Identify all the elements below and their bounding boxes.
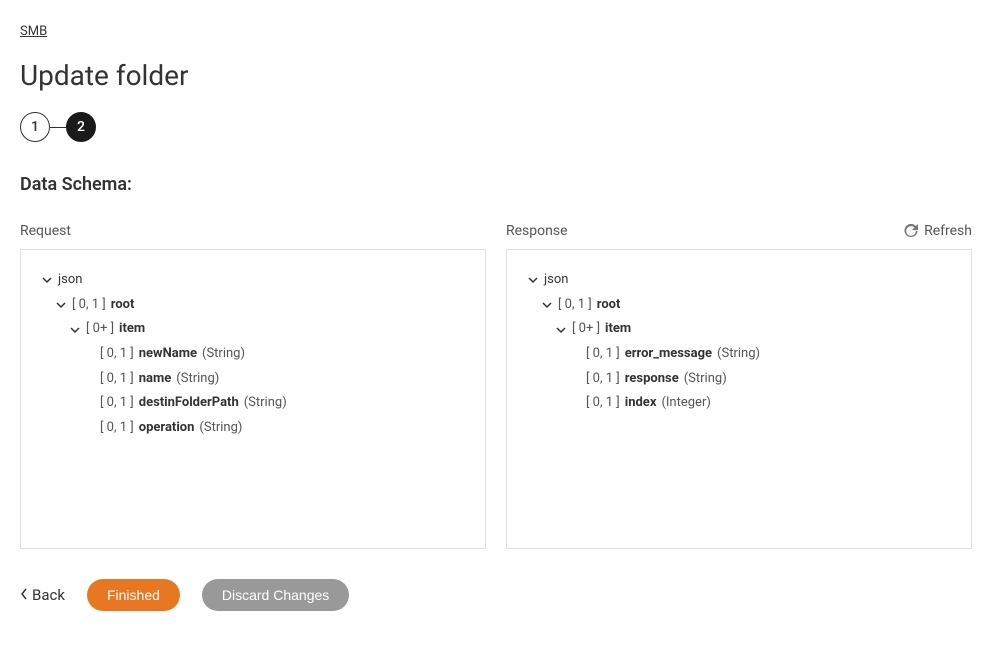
chevron-down-icon[interactable]	[555, 324, 567, 336]
tree-field-name: error_message	[625, 342, 712, 367]
step-1[interactable]: 1	[20, 112, 50, 142]
tree-json-label: json	[58, 268, 82, 293]
chevron-left-icon	[20, 586, 28, 604]
tree-field-name: item	[605, 317, 631, 342]
tree-field-type: (Integer)	[661, 391, 710, 416]
section-title: Data Schema:	[20, 174, 972, 195]
tree-field-name: response	[625, 367, 679, 392]
request-label: Request	[20, 223, 71, 239]
back-label: Back	[32, 586, 65, 604]
tree-field-row: [ 0, 1 ] response (String)	[527, 367, 951, 392]
tree-field-type: (String)	[202, 342, 245, 367]
breadcrumb-smb[interactable]: SMB	[20, 24, 47, 39]
tree-field-name: operation	[139, 416, 195, 441]
tree-cardinality: [ 0, 1 ]	[100, 391, 134, 416]
tree-cardinality: [ 0, 1 ]	[586, 391, 620, 416]
tree-cardinality: [ 0, 1 ]	[586, 342, 620, 367]
back-button[interactable]: Back	[20, 586, 65, 604]
tree-field-row: [ 0, 1 ] operation (String)	[41, 416, 465, 441]
tree-cardinality: [ 0, 1 ]	[100, 367, 134, 392]
tree-field-row: [ 0, 1 ] destinFolderPath (String)	[41, 391, 465, 416]
tree-field-row: [ 0, 1 ] index (Integer)	[527, 391, 951, 416]
tree-field-type: (String)	[176, 367, 219, 392]
step-2[interactable]: 2	[66, 112, 96, 142]
chevron-down-icon[interactable]	[55, 299, 67, 311]
tree-field-row: [ 0, 1 ] name (String)	[41, 367, 465, 392]
tree-cardinality: [ 0, 1 ]	[586, 367, 620, 392]
tree-field-name: index	[625, 391, 657, 416]
tree-cardinality: [ 0+ ]	[86, 317, 114, 342]
response-column: Response Refresh json	[506, 223, 972, 549]
tree-field-type: (String)	[244, 391, 287, 416]
page-title: Update folder	[20, 59, 972, 92]
step-connector	[50, 127, 66, 128]
tree-field-row: [ 0, 1 ] newName (String)	[41, 342, 465, 367]
tree-cardinality: [ 0, 1 ]	[72, 293, 106, 318]
tree-field-type: (String)	[199, 416, 242, 441]
response-label: Response	[506, 223, 568, 239]
tree-field-row: [ 0, 1 ] error_message (String)	[527, 342, 951, 367]
refresh-button[interactable]: Refresh	[904, 223, 972, 239]
chevron-down-icon[interactable]	[41, 274, 53, 286]
request-schema-box: json [ 0, 1 ] root [ 0+ ] item [ 0, 1	[20, 249, 486, 549]
action-bar: Back Finished Discard Changes	[20, 579, 972, 611]
discard-changes-button[interactable]: Discard Changes	[202, 579, 349, 611]
refresh-icon	[904, 224, 918, 238]
finished-button[interactable]: Finished	[87, 579, 180, 611]
tree-json-label: json	[544, 268, 568, 293]
tree-field-type: (String)	[717, 342, 760, 367]
chevron-down-icon[interactable]	[69, 324, 81, 336]
request-column: Request json [ 0, 1 ] root	[20, 223, 486, 549]
tree-field-name: newName	[139, 342, 197, 367]
tree-field-name: destinFolderPath	[139, 391, 239, 416]
tree-cardinality: [ 0, 1 ]	[100, 342, 134, 367]
chevron-down-icon[interactable]	[541, 299, 553, 311]
tree-cardinality: [ 0, 1 ]	[100, 416, 134, 441]
tree-field-name: root	[597, 293, 621, 318]
tree-field-name: item	[119, 317, 145, 342]
tree-field-name: root	[111, 293, 135, 318]
tree-cardinality: [ 0+ ]	[572, 317, 600, 342]
response-schema-box: json [ 0, 1 ] root [ 0+ ] item [ 0, 1	[506, 249, 972, 549]
tree-field-type: (String)	[684, 367, 727, 392]
tree-field-name: name	[139, 367, 172, 392]
chevron-down-icon[interactable]	[527, 274, 539, 286]
tree-cardinality: [ 0, 1 ]	[558, 293, 592, 318]
stepper: 1 2	[20, 112, 972, 142]
refresh-label: Refresh	[924, 223, 972, 239]
